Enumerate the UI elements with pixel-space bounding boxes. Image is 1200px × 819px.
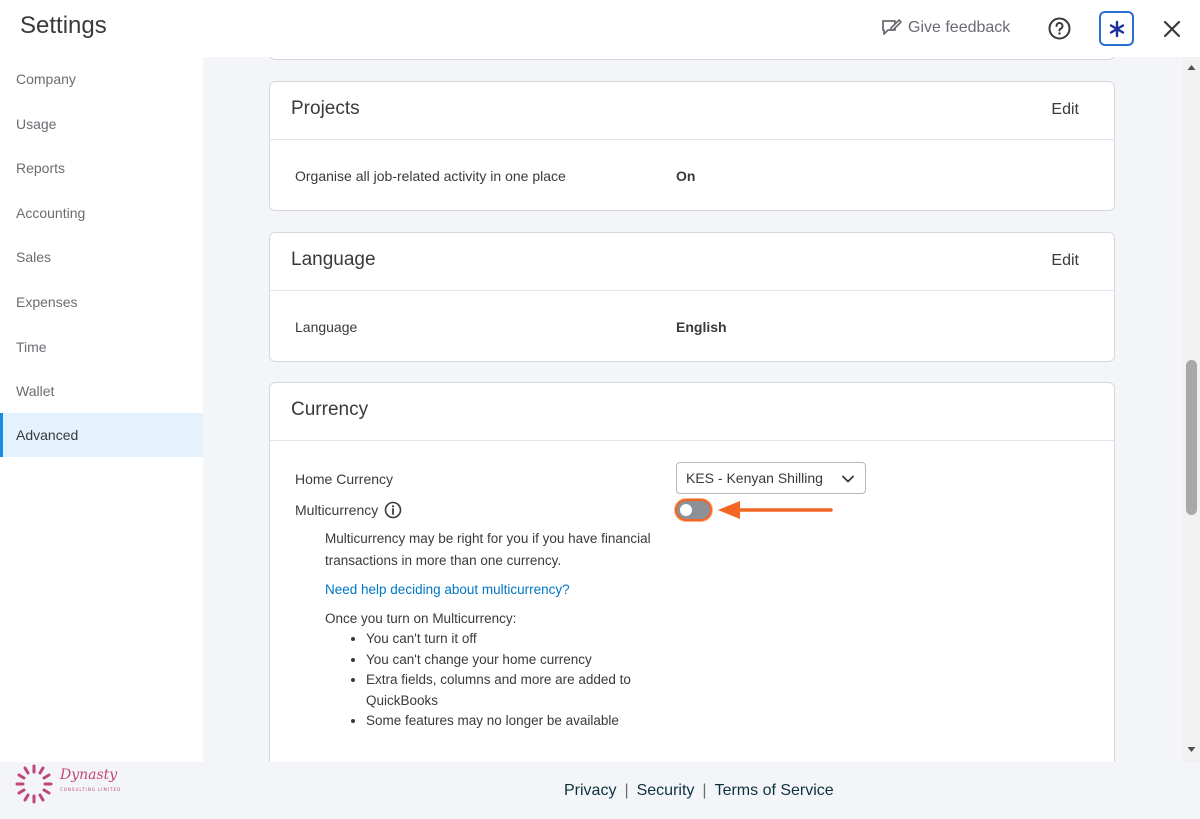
assistant-button[interactable] [1099,11,1134,46]
language-title: Language [291,249,376,270]
sidebar-item-sales[interactable]: Sales [0,235,203,279]
currency-title: Currency [291,399,369,420]
scroll-up-arrow-icon[interactable] [1187,63,1196,72]
sidebar-item-wallet[interactable]: Wallet [0,369,203,413]
sidebar-item-company[interactable]: Company [0,57,203,101]
header: Settings Give feedback [0,0,1200,57]
close-icon [1163,20,1181,38]
info-icon[interactable] [384,501,402,519]
projects-row-value: On [676,168,696,184]
multicurrency-description: Multicurrency may be right for you if yo… [325,528,651,572]
projects-title: Projects [291,98,360,119]
highlight-arrow-icon [718,501,833,519]
sidebar-item-reports[interactable]: Reports [0,146,203,190]
logo-burst-icon [15,764,53,804]
scrollbar[interactable] [1183,57,1200,762]
home-currency-select[interactable]: KES - Kenyan Shilling [676,462,866,494]
home-currency-value: KES - Kenyan Shilling [686,470,823,486]
language-card-header: Language Edit [270,233,1114,291]
multicurrency-consequences-list: You can't turn it off You can't change y… [366,629,666,732]
chevron-down-icon [842,475,854,483]
sidebar-item-expenses[interactable]: Expenses [0,280,203,324]
home-currency-label: Home Currency [295,471,394,487]
close-button[interactable] [1160,17,1184,41]
projects-card-header: Projects Edit [270,82,1114,140]
list-item: You can't turn it off [366,629,666,650]
previous-card [269,57,1115,60]
language-row-label: Language [295,319,358,335]
footer-separator: | [702,782,707,799]
language-card: Language Edit Language English [269,232,1115,362]
main-content: Projects Edit Organise all job-related a… [203,57,1183,762]
projects-edit-button[interactable]: Edit [1051,101,1079,119]
give-feedback-button[interactable]: Give feedback [880,17,1010,39]
sidebar-item-advanced[interactable]: Advanced [0,413,203,457]
page-title: Settings [20,12,107,39]
footer-separator: | [624,782,629,799]
scroll-thumb[interactable] [1186,360,1197,515]
sidebar-item-time[interactable]: Time [0,325,203,369]
sidebar-item-accounting[interactable]: Accounting [0,191,203,235]
currency-card-header: Currency [270,383,1114,441]
help-icon [1048,17,1071,40]
language-row-value: English [676,319,727,335]
logo-name: Dynasty [60,767,118,783]
footer-links: Privacy | Security | Terms of Service [564,782,834,800]
terms-link[interactable]: Terms of Service [715,782,834,800]
list-item: You can't change your home currency [366,650,666,671]
multicurrency-desc-line1: Multicurrency may be right for you if yo… [325,531,651,546]
sidebar-item-usage[interactable]: Usage [0,102,203,146]
feedback-icon [882,19,902,35]
security-link[interactable]: Security [637,782,695,800]
logo-subtitle: CONSULTING LIMITED [60,787,122,792]
help-button[interactable] [1047,16,1072,41]
settings-sidebar: Company Usage Reports Accounting Sales E… [0,57,203,762]
multicurrency-help-link[interactable]: Need help deciding about multicurrency? [325,579,570,601]
projects-card: Projects Edit Organise all job-related a… [269,81,1115,211]
list-item: Extra fields, columns and more are added… [366,670,666,711]
footer: Dynasty CONSULTING LIMITED Privacy | Sec… [0,762,1200,819]
once-on-heading: Once you turn on Multicurrency: [325,611,517,626]
dynasty-logo: Dynasty CONSULTING LIMITED [14,762,124,804]
sparkle-icon [1109,20,1124,37]
toggle-knob [680,504,692,516]
multicurrency-row: Multicurrency [295,501,402,519]
language-edit-button[interactable]: Edit [1051,252,1079,270]
projects-row-label: Organise all job-related activity in one… [295,168,566,184]
give-feedback-label: Give feedback [908,19,1011,36]
list-item: Some features may no longer be available [366,711,666,732]
multicurrency-desc-line2: transactions in more than one currency. [325,553,562,568]
currency-card: Currency Home Currency KES - Kenyan Shil… [269,382,1115,762]
multicurrency-label: Multicurrency [295,502,379,518]
privacy-link[interactable]: Privacy [564,782,616,800]
multicurrency-toggle[interactable] [675,499,712,521]
scroll-down-arrow-icon[interactable] [1187,745,1196,754]
